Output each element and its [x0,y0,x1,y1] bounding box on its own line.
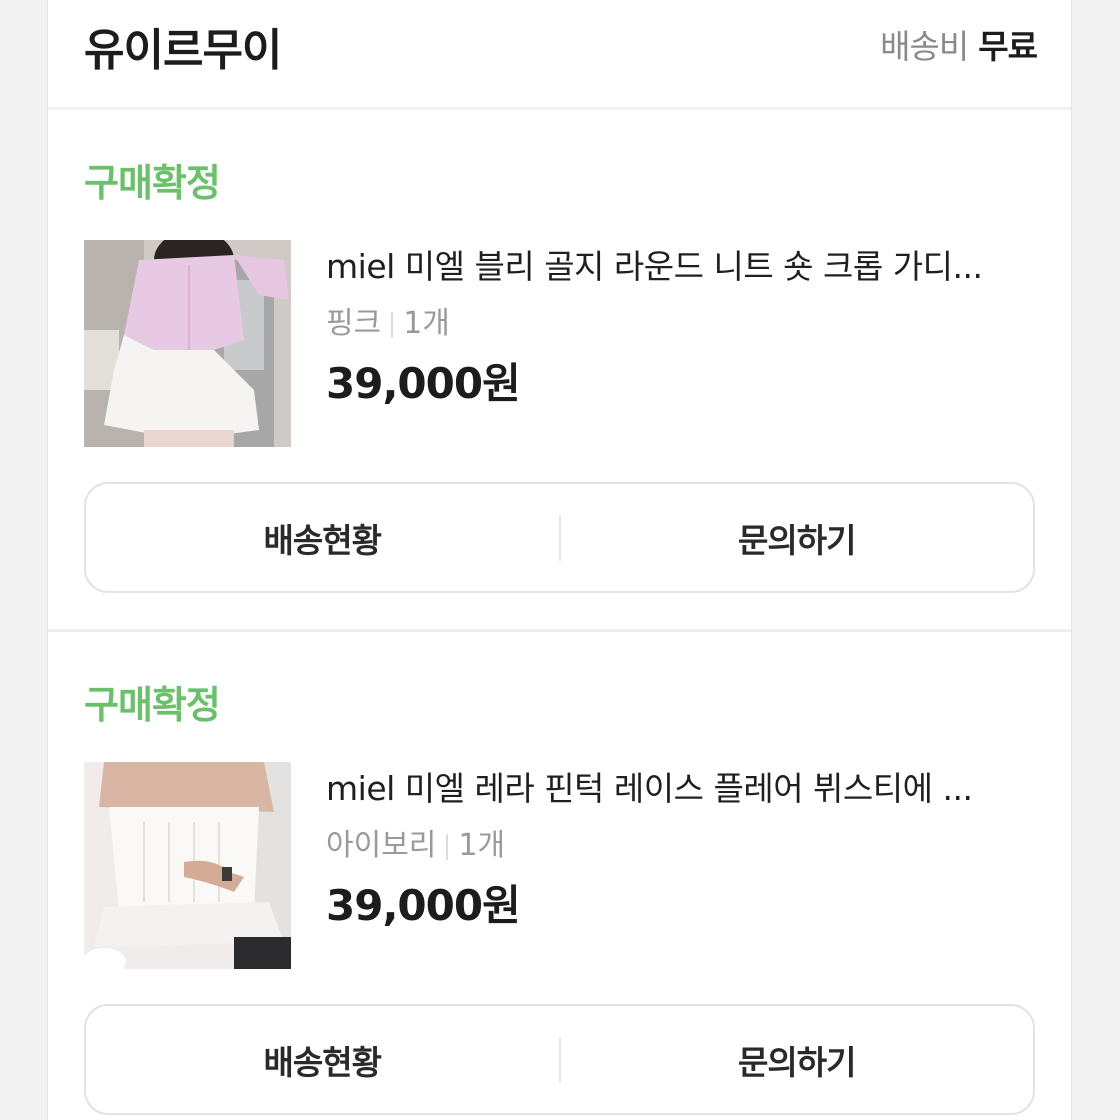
store-name[interactable]: 유이르무이 [84,14,282,78]
order-status: 구매확정 [84,683,221,727]
delivery-status-button[interactable]: 배송현황 [86,1006,559,1113]
order-item: 구매확정 miel 미엘 레라 핀턱 레이스 플레어 뷔스티에 ... 아이보리… [48,632,1071,1120]
inquiry-button[interactable]: 문의하기 [561,484,1034,591]
order-action-bar: 배송현황 문의하기 [84,482,1035,593]
option-quantity: 1개 [458,828,506,863]
store-header: 유이르무이 배송비 무료 [48,0,1071,110]
option-divider [446,833,449,860]
order-item: 구매확정 miel 미엘 블리 골지 라운드 니트 숏 크롭 가디... 핑크 1… [48,110,1071,632]
product-option: 핑크 1개 [326,298,450,342]
option-color: 아이보리 [326,828,437,863]
delivery-status-button[interactable]: 배송현황 [86,484,559,591]
product-thumbnail[interactable] [84,240,291,447]
product-thumbnail[interactable] [84,762,291,969]
product-image-knit-cardigan [84,240,291,447]
product-title[interactable]: miel 미엘 블리 골지 라운드 니트 숏 크롭 가디... [326,240,1026,288]
product-price: 39,000원 [326,359,521,408]
order-status: 구매확정 [84,161,221,205]
order-list-page: 유이르무이 배송비 무료 구매확정 miel 미엘 블리 골지 라운드 니트 숏 … [47,0,1072,1120]
option-quantity: 1개 [403,306,450,341]
order-action-bar: 배송현황 문의하기 [84,1004,1035,1115]
product-price: 39,000원 [326,881,521,930]
option-divider [391,311,394,338]
product-title[interactable]: miel 미엘 레라 핀턱 레이스 플레어 뷔스티에 ... [326,762,1026,810]
option-color: 핑크 [326,306,382,341]
shipping-fee: 배송비 무료 [880,20,1038,68]
shipping-fee-label: 배송비 [880,27,969,66]
shipping-fee-value: 무료 [978,27,1038,66]
inquiry-button[interactable]: 문의하기 [561,1006,1034,1113]
product-option: 아이보리 1개 [326,820,505,864]
product-image-lace-bustier [84,762,291,969]
